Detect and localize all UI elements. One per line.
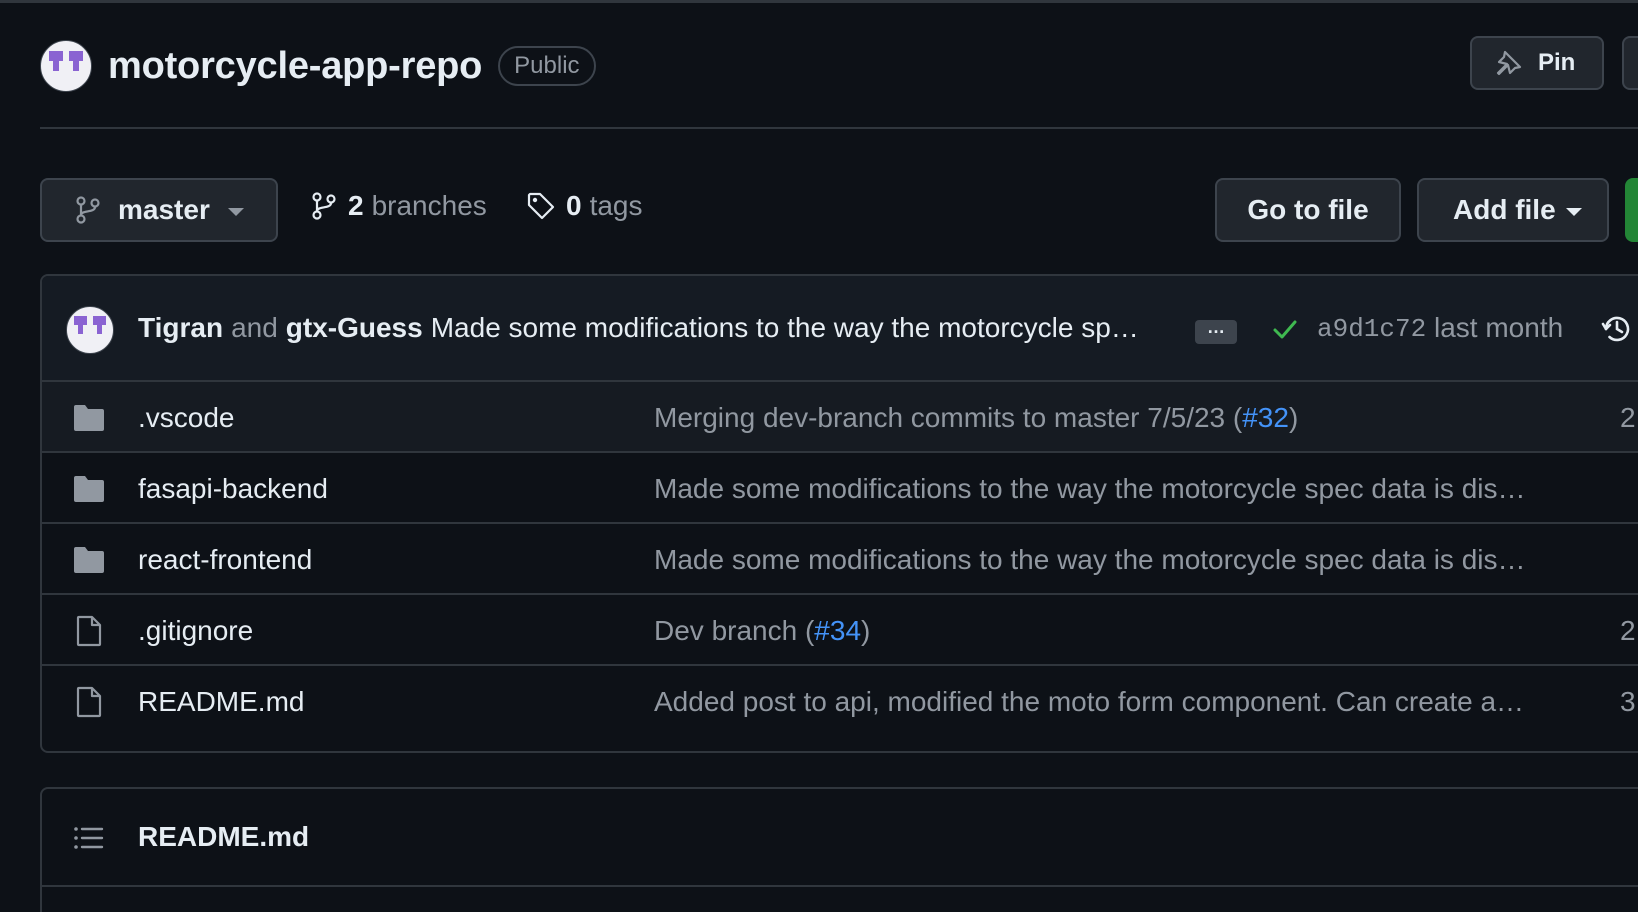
branches-link[interactable]: 2 branches xyxy=(310,190,487,222)
commit-coauthor-link[interactable]: gtx-Guess xyxy=(286,312,423,344)
file-commit-age: 2 xyxy=(1620,615,1636,646)
file-icon xyxy=(72,686,106,718)
commit-sha-link[interactable]: a9d1c72 xyxy=(1317,314,1426,344)
readme-title[interactable]: README.md xyxy=(138,821,309,853)
commit-message-text: ) xyxy=(861,615,871,646)
branch-name: master xyxy=(118,194,210,225)
readme-header: README.md xyxy=(42,789,1638,887)
chevron-down-icon xyxy=(227,208,244,216)
file-commit-message[interactable]: Made some modifications to the way the m… xyxy=(654,544,1526,576)
branches-label: branches xyxy=(371,190,487,221)
file-commit-message[interactable]: Made some modifications to the way the m… xyxy=(654,473,1526,505)
git-branch-icon xyxy=(312,192,336,220)
outline-list-icon[interactable] xyxy=(72,823,104,853)
tags-label: tags xyxy=(589,190,643,221)
file-commit-message[interactable]: Added post to api, modified the moto for… xyxy=(654,686,1524,718)
file-commit-age: 2 xyxy=(1620,402,1636,433)
file-commit-message[interactable]: Merging dev-branch commits to master 7/5… xyxy=(654,402,1298,434)
pin-button[interactable]: Pin xyxy=(1470,36,1604,90)
commit-message-text: Added post to api, modified the moto for… xyxy=(654,686,1525,717)
file-row[interactable]: .gitignore Dev branch (#34) 2 xyxy=(42,595,1638,666)
tags-count: 0 xyxy=(566,190,582,221)
file-name-link[interactable]: react-frontend xyxy=(138,544,312,576)
readme-panel: README.md xyxy=(40,787,1638,912)
commit-and-text: and xyxy=(231,312,278,343)
file-name-link[interactable]: fasapi-backend xyxy=(138,473,328,505)
expand-commit-button[interactable]: … xyxy=(1195,318,1237,344)
repo-name[interactable]: motorcycle-app-repo xyxy=(108,45,482,88)
go-to-file-button[interactable]: Go to file xyxy=(1215,178,1401,242)
commit-message-text: Dev branch ( xyxy=(654,615,815,646)
repo-page: motorcycle-app-repo Public Pin master 2 … xyxy=(0,0,1638,912)
tags-link[interactable]: 0 tags xyxy=(526,190,643,222)
pin-label: Pin xyxy=(1538,49,1576,76)
file-row[interactable]: react-frontend Made some modifications to… xyxy=(42,524,1638,595)
commit-summary: Tigran and gtx-Guess Made some modificat… xyxy=(138,312,1139,344)
history-icon[interactable] xyxy=(1600,312,1634,346)
add-file-button[interactable]: Add file xyxy=(1417,178,1609,242)
file-icon xyxy=(72,615,106,647)
file-commit-message[interactable]: Dev branch (#34) xyxy=(654,615,870,647)
file-name-link[interactable]: README.md xyxy=(138,686,304,718)
file-name-link[interactable]: .vscode xyxy=(138,402,235,434)
file-commit-age: 3 xyxy=(1620,686,1636,717)
file-name-link[interactable]: .gitignore xyxy=(138,615,253,647)
file-row[interactable]: .vscode Merging dev-branch commits to mas… xyxy=(42,382,1638,453)
tag-icon xyxy=(527,192,555,220)
add-file-label: Add file xyxy=(1453,194,1556,225)
commit-message-text: Merging dev-branch commits to master 7/5… xyxy=(654,402,1243,433)
commit-message-link[interactable]: Made some modifications to the way the m… xyxy=(431,312,1139,344)
file-row[interactable]: README.md Added post to api, modified the… xyxy=(42,666,1638,737)
header-divider xyxy=(40,127,1638,129)
go-to-file-label: Go to file xyxy=(1247,194,1369,225)
check-icon[interactable] xyxy=(1270,314,1300,344)
folder-icon xyxy=(72,402,106,434)
file-row[interactable]: fasapi-backend Made some modifications to… xyxy=(42,453,1638,524)
pin-icon xyxy=(1496,50,1522,76)
latest-commit-bar: Tigran and gtx-Guess Made some modificat… xyxy=(42,276,1638,382)
repo-header: motorcycle-app-repo Public xyxy=(40,38,596,94)
top-border xyxy=(0,0,1638,3)
branch-selector[interactable]: master xyxy=(40,178,278,242)
commit-message-text: Made some modifications to the way the m… xyxy=(654,473,1526,504)
pull-request-link[interactable]: #32 xyxy=(1242,402,1289,433)
code-button[interactable] xyxy=(1625,178,1638,242)
file-browser: Tigran and gtx-Guess Made some modificat… xyxy=(40,274,1638,753)
commit-author-link[interactable]: Tigran xyxy=(138,312,223,344)
commit-message-text: ) xyxy=(1288,402,1299,433)
visibility-badge: Public xyxy=(498,46,596,86)
chevron-down-icon xyxy=(1565,208,1582,216)
commit-message-text: Made some modifications to the way the m… xyxy=(654,544,1526,575)
folder-icon xyxy=(72,473,106,505)
pull-request-link[interactable]: #34 xyxy=(814,615,861,646)
author-avatar[interactable] xyxy=(66,306,114,354)
owner-avatar[interactable] xyxy=(40,40,92,92)
commit-time: last month xyxy=(1434,312,1564,343)
git-branch-icon xyxy=(76,196,100,224)
folder-icon xyxy=(72,544,106,576)
branches-count: 2 xyxy=(348,190,364,221)
watch-button[interactable] xyxy=(1622,36,1638,90)
